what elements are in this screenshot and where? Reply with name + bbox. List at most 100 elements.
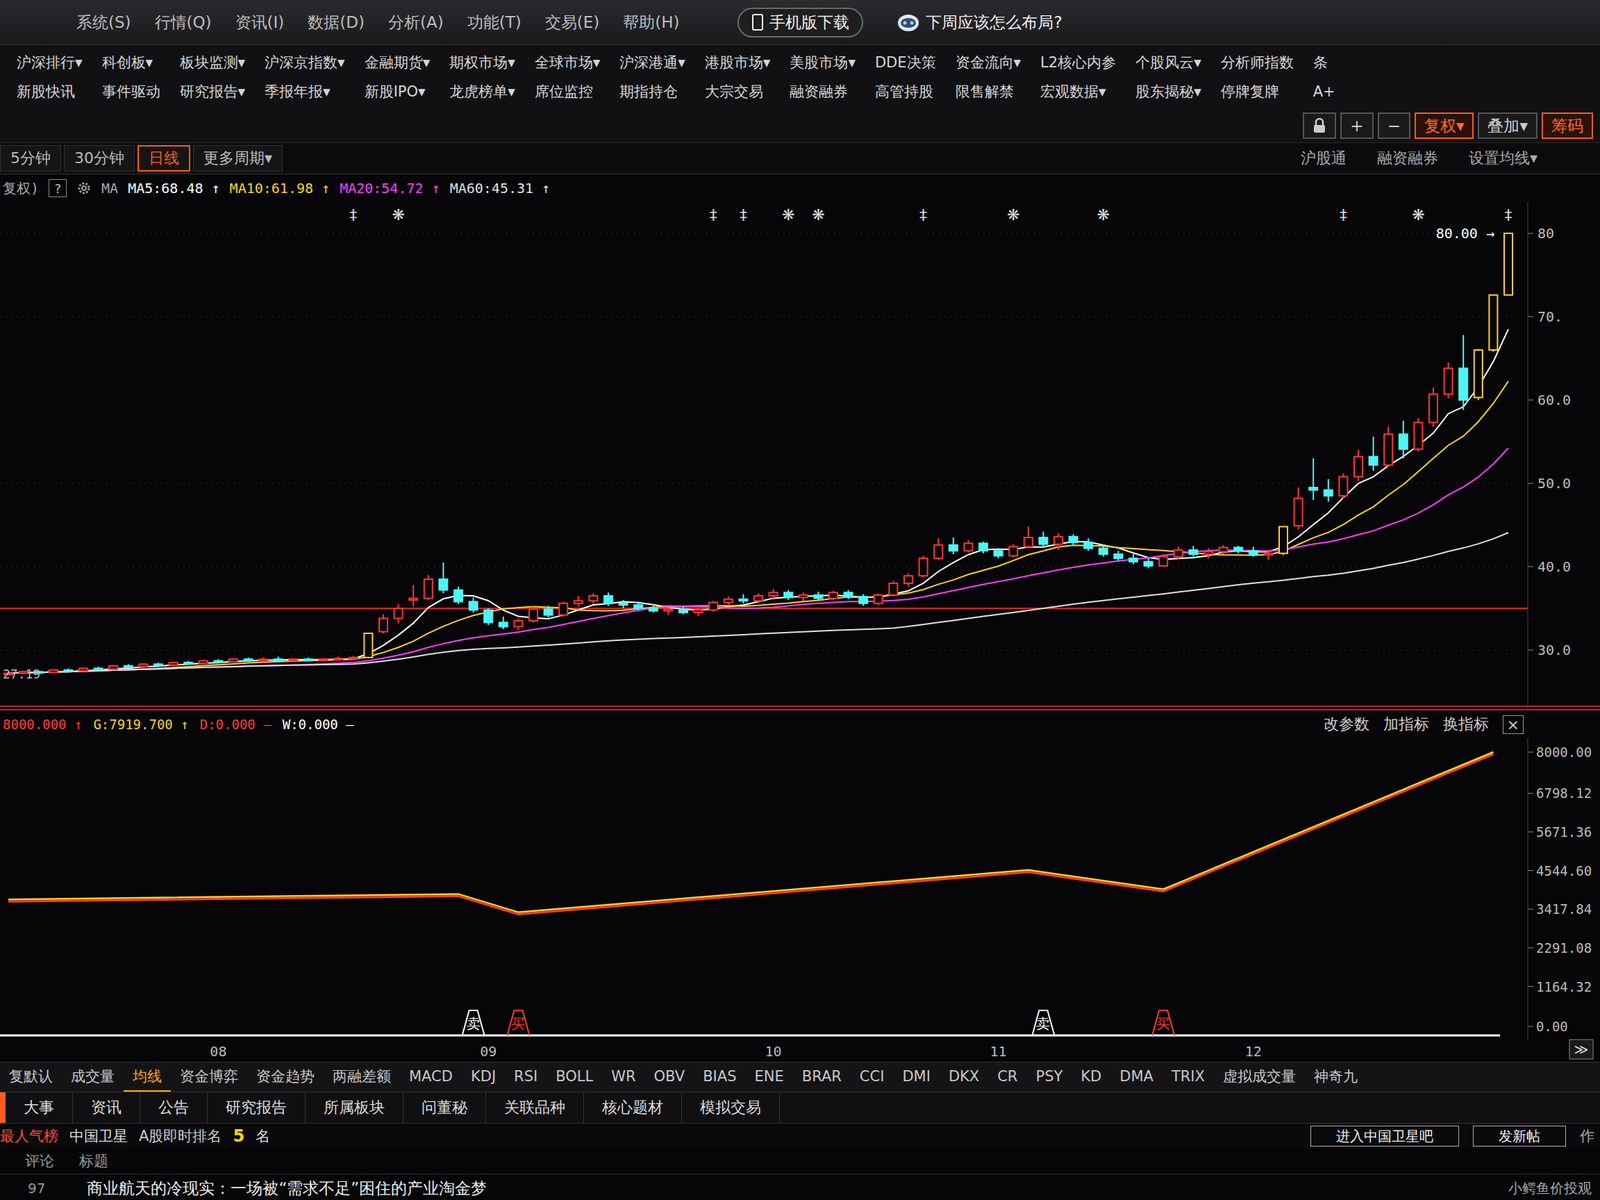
indicator-tab[interactable]: DMI: [893, 1062, 939, 1092]
nav-item[interactable]: 季报年报▾: [264, 77, 346, 107]
menu-item[interactable]: 分析(A): [388, 11, 444, 34]
menu-item[interactable]: 系统(S): [76, 11, 132, 34]
period-link[interactable]: 融资融券: [1377, 147, 1439, 169]
nav-item[interactable]: 宏观数据▾: [1040, 77, 1116, 107]
indicator-tab[interactable]: BIAS: [693, 1062, 746, 1092]
indicator-tab[interactable]: 虚拟成交量: [1213, 1062, 1305, 1092]
tool-button[interactable]: 叠加▾: [1477, 112, 1538, 139]
event-mark[interactable]: ‡: [1339, 206, 1348, 224]
help-button[interactable]: ?: [48, 179, 67, 198]
info-tab[interactable]: 资讯: [72, 1092, 141, 1123]
nav-item[interactable]: 板块监测▾: [179, 47, 246, 78]
nav-item[interactable]: 港股市场▾: [704, 47, 771, 78]
event-mark[interactable]: ‡: [709, 206, 718, 224]
indicator-tab[interactable]: DMA: [1110, 1062, 1163, 1092]
nav-item[interactable]: 资金流向▾: [955, 47, 1022, 78]
nav-item[interactable]: 条: [1313, 47, 1336, 78]
nav-item[interactable]: 期权市场▾: [449, 47, 516, 78]
indicator-action[interactable]: ×: [1502, 715, 1524, 735]
promo-button[interactable]: 手机版下载: [737, 7, 864, 38]
indicator-tab[interactable]: PSY: [1026, 1062, 1072, 1092]
nav-item[interactable]: 事件驱动: [102, 77, 161, 107]
nav-item[interactable]: 高管持股: [875, 77, 937, 107]
indicator-tab[interactable]: CCI: [850, 1062, 894, 1092]
info-tab[interactable]: 核心题材: [584, 1092, 682, 1123]
indicator-tab[interactable]: RSI: [504, 1062, 547, 1092]
info-tab[interactable]: 大事: [0, 1092, 73, 1123]
indicator-tab[interactable]: ENE: [745, 1062, 794, 1092]
tool-button[interactable]: 筹码: [1541, 112, 1594, 139]
nav-item[interactable]: 个股风云▾: [1135, 47, 1202, 78]
indicator-tab[interactable]: 两融差额: [323, 1062, 400, 1092]
info-tab[interactable]: 关联品种: [486, 1092, 585, 1123]
nav-item[interactable]: 席位监控: [534, 77, 601, 107]
indicator-tab[interactable]: 神奇九: [1304, 1062, 1367, 1092]
period-link[interactable]: 设置均线▾: [1468, 147, 1538, 169]
info-tab[interactable]: 研究报告: [207, 1092, 306, 1123]
event-mark[interactable]: ❋: [391, 206, 405, 224]
nav-item[interactable]: 大宗交易: [704, 77, 771, 107]
indicator-tab[interactable]: KDJ: [461, 1062, 505, 1092]
tool-button[interactable]: [1302, 112, 1337, 139]
indicator-tab[interactable]: 资金博弈: [170, 1062, 248, 1092]
forum-button[interactable]: 发新帖: [1472, 1125, 1566, 1147]
indicator-chart[interactable]: 卖买卖买08091011128000.006798.125671.364544.…: [0, 738, 1600, 1062]
nav-item[interactable]: DDE决策: [875, 47, 937, 78]
comment-row[interactable]: 97商业航天的冷现实：一场被“需求不足”困住的产业淘金梦小鳄鱼价投观: [0, 1174, 1600, 1200]
event-mark[interactable]: ‡: [919, 206, 928, 224]
indicator-tab[interactable]: OBV: [645, 1062, 695, 1092]
nav-item[interactable]: 沪深京指数▾: [264, 47, 346, 78]
nav-item[interactable]: 全球市场▾: [534, 47, 601, 78]
promo-button[interactable]: 下周应该怎么布局?: [882, 7, 1076, 38]
indicator-tab[interactable]: 均线: [123, 1062, 171, 1092]
info-tab[interactable]: 所属板块: [305, 1092, 404, 1123]
nav-item[interactable]: 期指持仓: [619, 77, 686, 107]
event-mark[interactable]: ‡: [739, 206, 748, 224]
indicator-tab[interactable]: TRIX: [1162, 1062, 1214, 1092]
info-tab[interactable]: 问董秘: [403, 1092, 487, 1123]
nav-item[interactable]: 限售解禁: [955, 77, 1022, 107]
event-mark[interactable]: ❋: [1097, 206, 1110, 224]
nav-item[interactable]: 研究报告▾: [179, 77, 246, 107]
period-tab[interactable]: 5分钟: [0, 145, 62, 172]
event-mark[interactable]: ❋: [781, 206, 795, 224]
comment-title[interactable]: 商业航天的冷现实：一场被“需求不足”困住的产业淘金梦: [86, 1177, 487, 1200]
event-mark[interactable]: ‡: [1504, 206, 1513, 224]
nav-item[interactable]: 沪深排行▾: [16, 47, 83, 78]
indicator-tab[interactable]: DKX: [939, 1062, 989, 1092]
indicator-action[interactable]: 加指标: [1383, 713, 1430, 735]
nav-item[interactable]: 美股市场▾: [789, 47, 856, 78]
menu-item[interactable]: 资讯(I): [235, 11, 285, 34]
indicator-tab[interactable]: BRAR: [793, 1062, 851, 1092]
indicator-action[interactable]: 改参数: [1323, 713, 1370, 735]
menu-item[interactable]: 帮助(H): [622, 11, 680, 34]
tool-button[interactable]: +: [1340, 112, 1373, 139]
nav-item[interactable]: A+: [1313, 77, 1336, 107]
menu-item[interactable]: 交易(E): [545, 11, 600, 34]
price-chart[interactable]: ‡❋‡‡❋❋‡❋❋‡❋‡80.00 →27.198070.60.050.040.…: [0, 202, 1600, 710]
period-tab[interactable]: 更多周期▾: [193, 145, 283, 172]
nav-item[interactable]: 融资融券: [789, 77, 856, 107]
tool-button[interactable]: 复权▾: [1414, 112, 1475, 139]
indicator-tab[interactable]: 复默认: [0, 1062, 62, 1092]
info-tab[interactable]: 模拟交易: [681, 1092, 780, 1123]
forum-button[interactable]: 进入中国卫星吧: [1310, 1125, 1460, 1147]
nav-item[interactable]: L2核心内参: [1040, 47, 1116, 78]
info-tab[interactable]: 公告: [140, 1092, 208, 1123]
event-mark[interactable]: ❋: [1411, 206, 1425, 224]
period-tab[interactable]: 30分钟: [63, 145, 135, 172]
indicator-tab[interactable]: CR: [988, 1062, 1027, 1092]
indicator-tab[interactable]: WR: [602, 1062, 645, 1092]
nav-item[interactable]: 金融期货▾: [364, 47, 431, 78]
event-mark[interactable]: ❋: [811, 206, 825, 224]
menu-item[interactable]: 数据(D): [307, 11, 365, 34]
nav-item[interactable]: 停牌复牌: [1220, 77, 1294, 107]
indicator-tab[interactable]: 成交量: [61, 1062, 124, 1092]
period-tab[interactable]: 日线: [137, 145, 191, 172]
scroll-button[interactable]: ≫: [1569, 1039, 1594, 1060]
tool-button[interactable]: −: [1377, 112, 1411, 139]
nav-item[interactable]: 新股快讯: [16, 77, 83, 107]
period-link[interactable]: 沪股通: [1300, 147, 1347, 169]
gear-icon[interactable]: [76, 180, 92, 196]
nav-item[interactable]: 沪深港通▾: [619, 47, 686, 78]
